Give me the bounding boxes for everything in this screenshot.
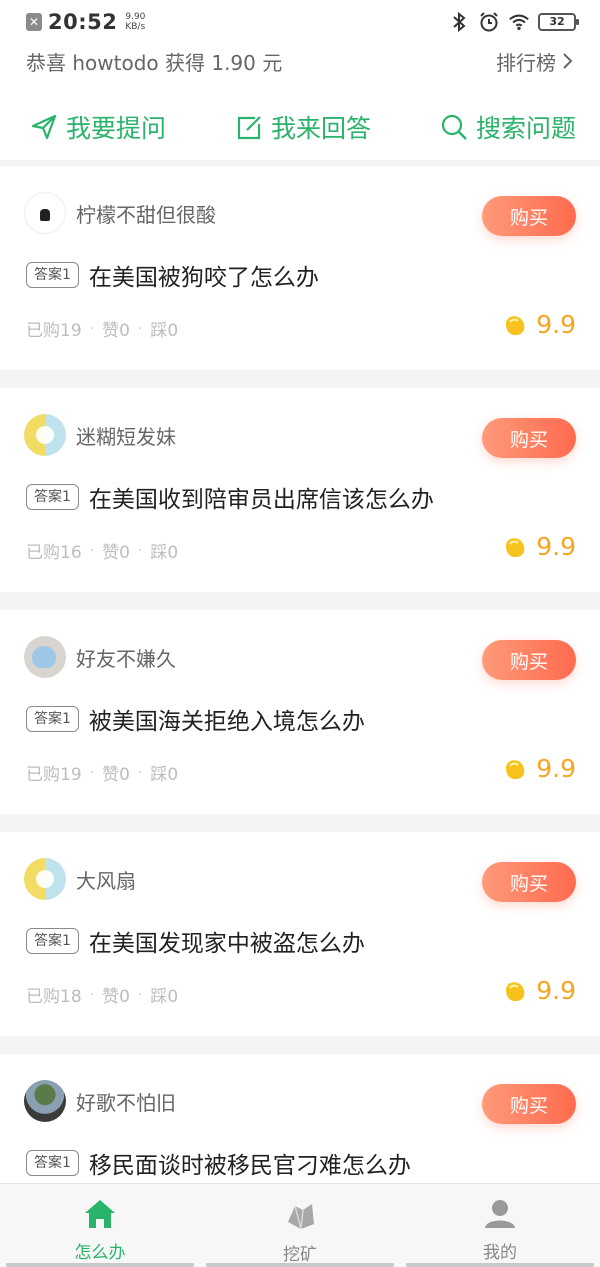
price-value: 9.9: [536, 976, 576, 1005]
bean-coin-icon: [506, 315, 525, 335]
nickname: 好友不嫌久: [76, 646, 176, 671]
nickname: 好歌不怕旧: [76, 1090, 176, 1115]
mining-icon: [288, 1204, 314, 1230]
ranking-link[interactable]: 排行榜: [496, 47, 574, 76]
dislike-count: 踩0: [150, 543, 179, 563]
bean-coin-icon: [506, 981, 525, 1001]
bought-count: 已购19: [26, 321, 82, 341]
like-count: 赞0: [102, 543, 130, 563]
net-speed-value: 9.90: [125, 12, 146, 22]
dislike-count: 踩0: [150, 765, 179, 785]
avatar[interactable]: [24, 636, 66, 678]
answer-button[interactable]: 我来回答: [235, 100, 371, 154]
nickname: 柠檬不甜但很酸: [76, 202, 216, 227]
question-card[interactable]: 柠檬不甜但很酸 购买 答案1 在美国被狗咬了怎么办 已购19 · 赞0 · 踩0 9…: [0, 166, 600, 370]
ask-question-label: 我要提问: [66, 114, 167, 143]
tab-label: 我的: [483, 1243, 517, 1263]
send-icon: [31, 114, 57, 140]
card-stats: 已购19 · 赞0 · 踩0: [26, 316, 179, 342]
dislike-count: 踩0: [150, 321, 179, 341]
congrats-banner: 恭喜 howtodo 获得 1.90 元 排行榜: [0, 44, 600, 78]
search-icon: [441, 114, 467, 140]
like-count: 赞0: [102, 765, 130, 785]
price: 9.9: [502, 976, 576, 1005]
tab-mining[interactable]: 挖矿: [200, 1184, 400, 1267]
answer-tag: 答案1: [26, 262, 79, 288]
edit-icon: [237, 116, 261, 140]
bottom-tab-bar: 怎么办 挖矿 我的: [0, 1183, 600, 1267]
status-bar: ✕ 20:52 9.90 KB/s 32: [0, 0, 600, 44]
net-speed-unit: KB/s: [125, 22, 146, 32]
like-count: 赞0: [102, 987, 130, 1007]
avatar[interactable]: [24, 858, 66, 900]
answer-tag: 答案1: [26, 1150, 79, 1176]
question-title[interactable]: 在美国被狗咬了怎么办: [89, 258, 319, 292]
buy-button[interactable]: 购买: [482, 1084, 576, 1124]
congrats-text: 恭喜 howtodo 获得 1.90 元: [26, 50, 283, 75]
chevron-right-icon: [563, 53, 573, 69]
profile-icon: [485, 1200, 515, 1228]
like-count: 赞0: [102, 321, 130, 341]
clock: 20:52: [48, 10, 118, 34]
battery-icon: 32: [538, 13, 579, 31]
price-value: 9.9: [536, 532, 576, 561]
dislike-count: 踩0: [150, 987, 179, 1007]
answer-tag: 答案1: [26, 484, 79, 510]
home-icon: [85, 1200, 115, 1228]
tab-label: 挖矿: [283, 1245, 317, 1265]
price: 9.9: [502, 754, 576, 783]
buy-button[interactable]: 购买: [482, 640, 576, 680]
price: 9.9: [502, 310, 576, 339]
nickname: 迷糊短发妹: [76, 424, 176, 449]
price-value: 9.9: [536, 310, 576, 339]
wifi-icon: [508, 11, 530, 33]
top-header: ✕ 20:52 9.90 KB/s 32 恭喜 howtodo 获得 1.90 …: [0, 0, 600, 160]
price-value: 9.9: [536, 754, 576, 783]
bean-coin-icon: [506, 759, 525, 779]
tab-profile[interactable]: 我的: [400, 1184, 600, 1267]
card-stats: 已购16 · 赞0 · 踩0: [26, 538, 179, 564]
buy-button[interactable]: 购买: [482, 862, 576, 902]
question-title[interactable]: 在美国发现家中被盗怎么办: [89, 924, 365, 958]
bought-count: 已购18: [26, 987, 82, 1007]
bluetooth-icon: [448, 11, 470, 33]
bought-count: 已购16: [26, 543, 82, 563]
search-questions-button[interactable]: 搜索问题: [440, 100, 576, 154]
bought-count: 已购19: [26, 765, 82, 785]
bean-coin-icon: [506, 537, 525, 557]
question-card[interactable]: 好友不嫌久 购买 答案1 被美国海关拒绝入境怎么办 已购19 · 赞0 · 踩0 9…: [0, 610, 600, 814]
buy-button[interactable]: 购买: [482, 418, 576, 458]
card-stats: 已购19 · 赞0 · 踩0: [26, 760, 179, 786]
alarm-icon: [478, 11, 500, 33]
network-speed: 9.90 KB/s: [125, 12, 145, 32]
ask-question-button[interactable]: 我要提问: [30, 100, 166, 154]
question-card[interactable]: 大风扇 购买 答案1 在美国发现家中被盗怎么办 已购18 · 赞0 · 踩0 9.9: [0, 832, 600, 1036]
answer-label: 我来回答: [270, 114, 371, 143]
avatar[interactable]: [24, 414, 66, 456]
notification-icon: ✕: [26, 13, 42, 31]
question-title[interactable]: 被美国海关拒绝入境怎么办: [89, 702, 365, 736]
search-questions-label: 搜索问题: [475, 114, 576, 143]
avatar[interactable]: [24, 1080, 66, 1122]
price: 9.9: [502, 532, 576, 561]
avatar[interactable]: [24, 192, 66, 234]
question-title[interactable]: 在美国收到陪审员出席信该怎么办: [89, 480, 434, 514]
answer-tag: 答案1: [26, 706, 79, 732]
question-title[interactable]: 移民面谈时被移民官刁难怎么办: [89, 1146, 411, 1180]
answer-tag: 答案1: [26, 928, 79, 954]
question-card[interactable]: 迷糊短发妹 购买 答案1 在美国收到陪审员出席信该怎么办 已购16 · 赞0 · 踩…: [0, 388, 600, 592]
action-bar: 我要提问 我来回答 搜索问题: [0, 100, 600, 154]
buy-button[interactable]: 购买: [482, 196, 576, 236]
card-stats: 已购18 · 赞0 · 踩0: [26, 982, 179, 1008]
tab-howto[interactable]: 怎么办: [0, 1184, 200, 1267]
tab-label: 怎么办: [74, 1243, 126, 1263]
nickname: 大风扇: [76, 868, 136, 893]
ranking-label: 排行榜: [496, 50, 556, 75]
